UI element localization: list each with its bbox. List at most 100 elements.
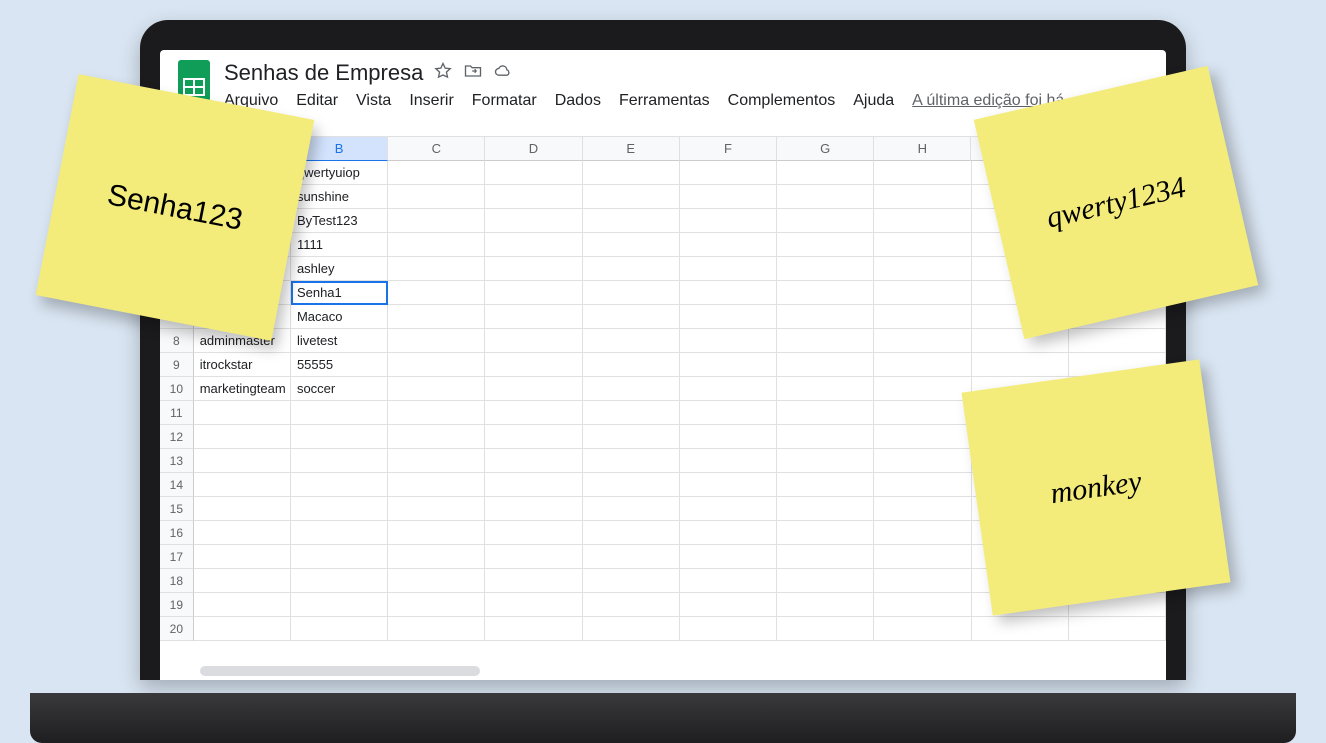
cell[interactable] (680, 521, 777, 545)
cell[interactable] (583, 449, 680, 473)
cell[interactable] (972, 353, 1069, 377)
cell[interactable] (388, 521, 485, 545)
cell[interactable] (583, 185, 680, 209)
cell[interactable] (583, 617, 680, 641)
cell[interactable] (485, 281, 582, 305)
cell[interactable] (874, 473, 971, 497)
cell[interactable] (680, 377, 777, 401)
cell[interactable] (485, 545, 582, 569)
cell[interactable] (485, 353, 582, 377)
cell[interactable] (777, 209, 874, 233)
cell[interactable] (583, 377, 680, 401)
cell[interactable] (194, 425, 291, 449)
cell[interactable] (485, 497, 582, 521)
cell[interactable] (680, 305, 777, 329)
cell[interactable] (680, 545, 777, 569)
cell[interactable] (485, 617, 582, 641)
cell[interactable] (583, 329, 680, 353)
cell[interactable] (777, 497, 874, 521)
cell[interactable] (972, 617, 1069, 641)
cell[interactable] (291, 449, 388, 473)
cell[interactable] (777, 449, 874, 473)
cell[interactable] (680, 257, 777, 281)
cell[interactable] (777, 281, 874, 305)
cell[interactable] (874, 569, 971, 593)
cell[interactable] (777, 569, 874, 593)
cell[interactable] (485, 473, 582, 497)
menu-vista[interactable]: Vista (356, 92, 391, 110)
cell[interactable] (291, 401, 388, 425)
cell[interactable] (583, 401, 680, 425)
cell[interactable] (777, 329, 874, 353)
cell[interactable]: sunshine (291, 185, 388, 209)
cell[interactable]: 55555 (291, 353, 388, 377)
cell[interactable] (194, 497, 291, 521)
cell[interactable] (388, 473, 485, 497)
cell[interactable] (583, 257, 680, 281)
cell[interactable] (777, 377, 874, 401)
cell[interactable] (777, 545, 874, 569)
cell[interactable] (485, 377, 582, 401)
cell[interactable] (485, 233, 582, 257)
cell[interactable]: itrockstar (194, 353, 291, 377)
cell[interactable] (777, 305, 874, 329)
menu-inserir[interactable]: Inserir (409, 92, 453, 110)
cell[interactable] (485, 521, 582, 545)
cell[interactable] (874, 233, 971, 257)
cell[interactable] (583, 305, 680, 329)
cell[interactable] (583, 209, 680, 233)
column-header-c[interactable]: C (388, 137, 485, 161)
cell[interactable] (194, 545, 291, 569)
row-header[interactable]: 12 (160, 425, 194, 449)
cell[interactable] (485, 161, 582, 185)
cell[interactable] (388, 425, 485, 449)
cell[interactable] (874, 329, 971, 353)
cell[interactable] (583, 545, 680, 569)
column-header-g[interactable]: G (777, 137, 874, 161)
cell[interactable] (680, 401, 777, 425)
cell[interactable] (680, 569, 777, 593)
cell[interactable] (874, 449, 971, 473)
cell[interactable] (388, 305, 485, 329)
cell[interactable] (874, 497, 971, 521)
cell[interactable] (485, 449, 582, 473)
row-header[interactable]: 16 (160, 521, 194, 545)
cell[interactable] (388, 185, 485, 209)
cell[interactable] (874, 281, 971, 305)
cell[interactable] (388, 401, 485, 425)
cell[interactable] (291, 473, 388, 497)
cell[interactable] (388, 329, 485, 353)
cell[interactable]: soccer (291, 377, 388, 401)
cell[interactable] (388, 209, 485, 233)
cell[interactable] (1069, 329, 1166, 353)
cell[interactable] (680, 209, 777, 233)
cell[interactable] (291, 593, 388, 617)
cell[interactable] (291, 617, 388, 641)
cloud-status-icon[interactable] (493, 61, 513, 86)
cell[interactable] (388, 161, 485, 185)
row-header[interactable]: 17 (160, 545, 194, 569)
cell[interactable] (777, 257, 874, 281)
cell[interactable] (485, 569, 582, 593)
cell[interactable] (583, 473, 680, 497)
cell[interactable] (777, 425, 874, 449)
row-header[interactable]: 14 (160, 473, 194, 497)
cell[interactable] (388, 617, 485, 641)
menu-formatar[interactable]: Formatar (472, 92, 537, 110)
document-title[interactable]: Senhas de Empresa (224, 60, 423, 86)
cell[interactable] (388, 545, 485, 569)
cell[interactable] (583, 161, 680, 185)
cell[interactable] (388, 377, 485, 401)
cell[interactable] (388, 593, 485, 617)
cell[interactable] (194, 521, 291, 545)
column-header-d[interactable]: D (485, 137, 582, 161)
cell[interactable] (583, 281, 680, 305)
cell[interactable] (874, 353, 971, 377)
cell[interactable] (777, 473, 874, 497)
horizontal-scrollbar[interactable] (200, 666, 480, 676)
cell[interactable] (388, 233, 485, 257)
cell[interactable] (680, 353, 777, 377)
row-header[interactable]: 9 (160, 353, 194, 377)
cell[interactable] (583, 569, 680, 593)
cell[interactable]: Macaco (291, 305, 388, 329)
